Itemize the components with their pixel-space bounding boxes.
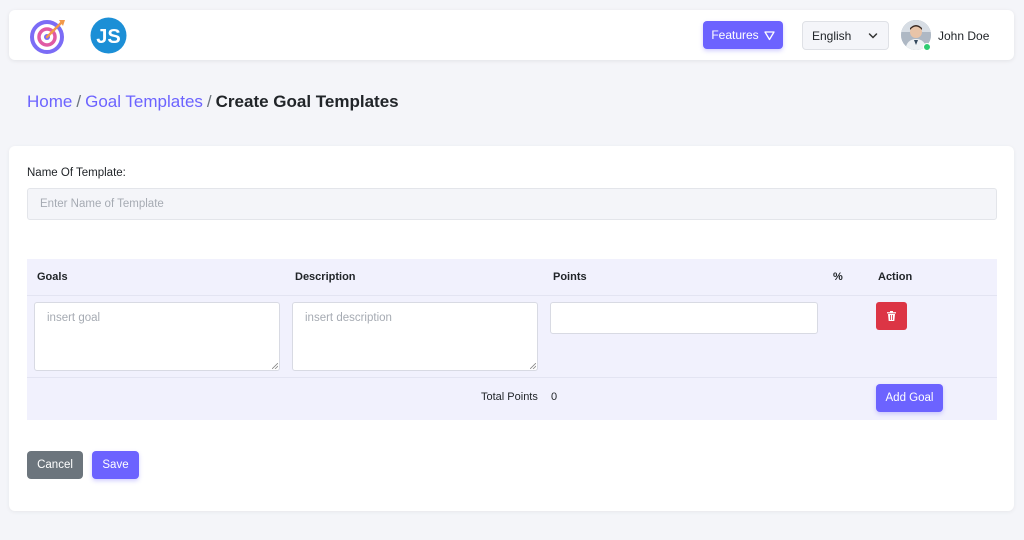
breadcrumb-separator: / bbox=[76, 92, 82, 111]
description-textarea[interactable] bbox=[292, 302, 538, 371]
goal-textarea[interactable] bbox=[34, 302, 280, 371]
features-dropdown-button[interactable]: Features bbox=[703, 21, 783, 49]
page-title: Create Goal Templates bbox=[215, 92, 399, 111]
language-value: English bbox=[812, 28, 852, 43]
column-header-description: Description bbox=[295, 271, 356, 283]
js-logo-text: JS bbox=[96, 26, 120, 48]
breadcrumb-home-link[interactable]: Home bbox=[27, 92, 72, 111]
points-input[interactable] bbox=[550, 302, 818, 334]
js-logo-icon: JS bbox=[90, 17, 127, 54]
template-name-label: Name Of Template: bbox=[27, 167, 126, 179]
column-header-action: Action bbox=[878, 271, 913, 283]
target-logo-icon[interactable] bbox=[30, 17, 68, 55]
breadcrumb: Home / Goal Templates / Create Goal Template… bbox=[27, 92, 399, 112]
features-label: Features bbox=[711, 28, 759, 42]
column-header-goals: Goals bbox=[37, 271, 68, 283]
user-name[interactable]: John Doe bbox=[938, 29, 989, 43]
trash-icon bbox=[887, 311, 896, 321]
breadcrumb-separator: / bbox=[206, 92, 212, 111]
triangle-down-icon bbox=[764, 30, 775, 40]
create-template-card: Name Of Template: Goals Description Poin… bbox=[9, 146, 1014, 511]
column-header-points: Points bbox=[553, 271, 587, 283]
language-select[interactable]: English bbox=[802, 21, 889, 50]
delete-goal-button[interactable] bbox=[876, 302, 907, 330]
cancel-button[interactable]: Cancel bbox=[27, 451, 83, 479]
breadcrumb-goal-templates-link[interactable]: Goal Templates bbox=[85, 92, 203, 111]
column-header-percent: % bbox=[833, 271, 843, 283]
add-goal-button[interactable]: Add Goal bbox=[876, 384, 943, 412]
chevron-down-icon bbox=[868, 33, 878, 39]
resize-grip-icon[interactable] bbox=[272, 363, 278, 369]
template-name-input[interactable] bbox=[27, 188, 997, 220]
top-navbar: JS Features English John Doe bbox=[9, 10, 1014, 60]
total-points-value: 0 bbox=[551, 391, 558, 403]
row-divider bbox=[27, 377, 997, 378]
goals-table: Goals Description Points % Action Total … bbox=[27, 259, 997, 420]
resize-grip-icon[interactable] bbox=[530, 363, 536, 369]
save-button[interactable]: Save bbox=[92, 451, 139, 479]
online-status-indicator bbox=[923, 43, 931, 51]
total-points-label: Total Points bbox=[481, 391, 538, 403]
header-divider bbox=[27, 295, 997, 296]
